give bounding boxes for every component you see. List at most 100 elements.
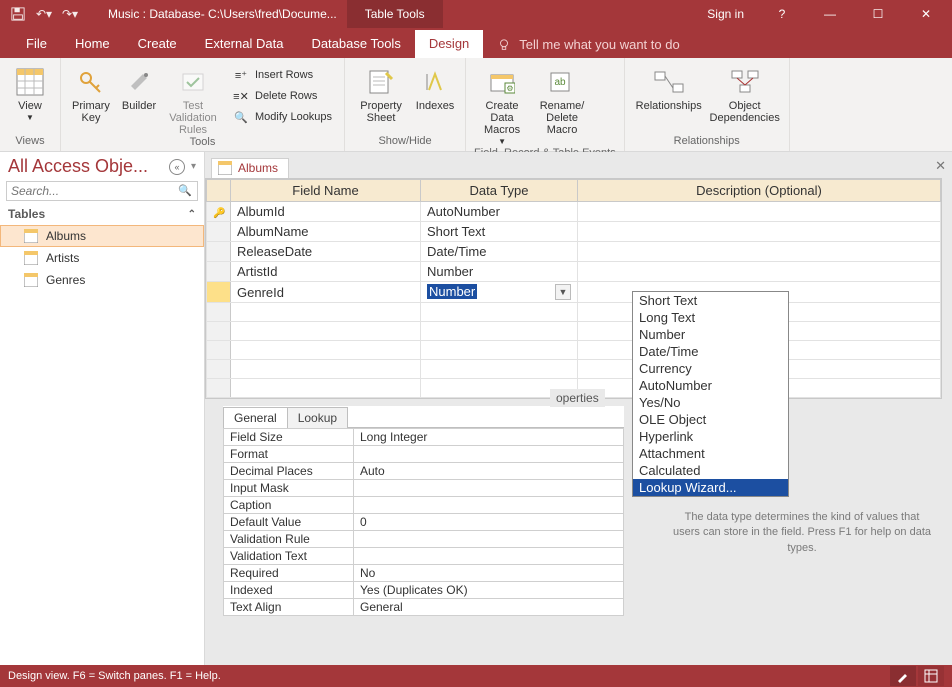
prop-name[interactable]: Decimal Places: [224, 463, 354, 480]
dropdown-option[interactable]: Short Text: [633, 292, 788, 309]
dropdown-option[interactable]: Attachment: [633, 445, 788, 462]
object-dependencies-button[interactable]: Object Dependencies: [709, 62, 781, 124]
dropdown-option[interactable]: Date/Time: [633, 343, 788, 360]
data-type-cell-active[interactable]: Number▼: [421, 282, 578, 303]
nav-item-albums[interactable]: Albums: [0, 225, 204, 247]
nav-search-input[interactable]: [6, 181, 198, 201]
data-type-cell[interactable]: Short Text: [421, 222, 578, 242]
prop-name[interactable]: Validation Text: [224, 548, 354, 565]
prop-value[interactable]: [354, 446, 624, 463]
prop-value[interactable]: [354, 497, 624, 514]
dropdown-arrow-icon[interactable]: ▼: [555, 284, 571, 300]
prop-value[interactable]: [354, 531, 624, 548]
description-cell[interactable]: [578, 262, 941, 282]
rename-delete-macro-button[interactable]: ab Rename/ Delete Macro: [534, 62, 590, 136]
save-icon[interactable]: [10, 6, 26, 22]
create-data-macros-button[interactable]: ⚙ Create Data Macros▼: [474, 62, 530, 147]
data-type-cell[interactable]: Date/Time: [421, 242, 578, 262]
minimize-button[interactable]: —: [808, 0, 852, 28]
dropdown-option[interactable]: Calculated: [633, 462, 788, 479]
col-data-type[interactable]: Data Type: [421, 180, 578, 202]
row-selector[interactable]: [207, 262, 231, 282]
prop-name[interactable]: Caption: [224, 497, 354, 514]
redo-icon[interactable]: ↷▾: [62, 6, 78, 22]
prop-value[interactable]: [354, 480, 624, 497]
row-selector[interactable]: [207, 242, 231, 262]
dropdown-option[interactable]: Currency: [633, 360, 788, 377]
nav-item-genres[interactable]: Genres: [0, 269, 204, 291]
dropdown-option[interactable]: Yes/No: [633, 394, 788, 411]
insert-rows-button[interactable]: ≡⁺Insert Rows: [229, 66, 336, 84]
description-cell[interactable]: [578, 242, 941, 262]
dropdown-option[interactable]: OLE Object: [633, 411, 788, 428]
tab-external-data[interactable]: External Data: [191, 30, 298, 58]
primary-key-button[interactable]: Primary Key: [69, 62, 113, 124]
tab-create[interactable]: Create: [124, 30, 191, 58]
close-document-button[interactable]: ✕: [935, 158, 946, 174]
search-icon[interactable]: 🔍: [178, 184, 192, 197]
prop-name[interactable]: Default Value: [224, 514, 354, 531]
row-selector[interactable]: [207, 360, 231, 379]
chevron-down-icon[interactable]: ▾: [191, 161, 196, 172]
row-selector[interactable]: [207, 341, 231, 360]
prop-value[interactable]: No: [354, 565, 624, 582]
data-type-cell[interactable]: AutoNumber: [421, 202, 578, 222]
tab-home[interactable]: Home: [61, 30, 124, 58]
dropdown-option[interactable]: Number: [633, 326, 788, 343]
close-button[interactable]: ✕: [904, 0, 948, 28]
data-type-dropdown[interactable]: Short Text Long Text Number Date/Time Cu…: [632, 291, 789, 497]
row-selector[interactable]: [207, 222, 231, 242]
prop-name[interactable]: Input Mask: [224, 480, 354, 497]
delete-rows-button[interactable]: ≡✕Delete Rows: [229, 87, 336, 105]
field-name-cell[interactable]: ArtistId: [231, 262, 421, 282]
prop-name[interactable]: Field Size: [224, 429, 354, 446]
description-cell[interactable]: [578, 202, 941, 222]
nav-search-toggle-icon[interactable]: «: [169, 159, 185, 175]
dropdown-option[interactable]: Long Text: [633, 309, 788, 326]
row-selector[interactable]: 🔑: [207, 202, 231, 222]
row-selector[interactable]: [207, 282, 231, 303]
col-field-name[interactable]: Field Name: [231, 180, 421, 202]
prop-value[interactable]: General: [354, 599, 624, 616]
builder-button[interactable]: Builder: [117, 62, 161, 112]
dropdown-option-selected[interactable]: Lookup Wizard...: [633, 479, 788, 496]
col-description[interactable]: Description (Optional): [578, 180, 941, 202]
prop-value[interactable]: 0: [354, 514, 624, 531]
field-name-cell[interactable]: GenreId: [231, 282, 421, 303]
test-validation-button[interactable]: Test Validation Rules: [165, 62, 221, 136]
view-datasheet-button[interactable]: [918, 666, 944, 686]
prop-name[interactable]: Text Align: [224, 599, 354, 616]
data-type-cell[interactable]: Number: [421, 262, 578, 282]
field-name-cell[interactable]: AlbumId: [231, 202, 421, 222]
prop-name[interactable]: Format: [224, 446, 354, 463]
prop-value[interactable]: Yes (Duplicates OK): [354, 582, 624, 599]
dropdown-option[interactable]: AutoNumber: [633, 377, 788, 394]
tab-file[interactable]: File: [12, 30, 61, 58]
view-button[interactable]: View▼: [8, 62, 52, 123]
property-sheet-button[interactable]: Property Sheet: [353, 62, 409, 124]
row-selector[interactable]: [207, 322, 231, 341]
prop-name[interactable]: Validation Rule: [224, 531, 354, 548]
tab-design[interactable]: Design: [415, 30, 483, 58]
field-name-cell[interactable]: ReleaseDate: [231, 242, 421, 262]
prop-name[interactable]: Required: [224, 565, 354, 582]
nav-title[interactable]: All Access Obje...: [8, 156, 169, 177]
description-cell[interactable]: [578, 222, 941, 242]
prop-value[interactable]: Long Integer: [354, 429, 624, 446]
help-icon[interactable]: ?: [760, 0, 804, 28]
signin-button[interactable]: Sign in: [695, 0, 756, 28]
prop-value[interactable]: [354, 548, 624, 565]
view-design-button[interactable]: [890, 666, 916, 686]
row-selector[interactable]: [207, 303, 231, 322]
undo-icon[interactable]: ↶▾: [36, 6, 52, 22]
maximize-button[interactable]: ☐: [856, 0, 900, 28]
field-name-cell[interactable]: AlbumName: [231, 222, 421, 242]
document-tab-albums[interactable]: Albums: [211, 158, 289, 178]
prop-tab-lookup[interactable]: Lookup: [287, 407, 348, 428]
nav-item-artists[interactable]: Artists: [0, 247, 204, 269]
design-grid[interactable]: Field Name Data Type Description (Option…: [205, 178, 942, 399]
row-selector-header[interactable]: [207, 180, 231, 202]
indexes-button[interactable]: Indexes: [413, 62, 457, 112]
prop-tab-general[interactable]: General: [223, 407, 288, 428]
tab-database-tools[interactable]: Database Tools: [297, 30, 414, 58]
